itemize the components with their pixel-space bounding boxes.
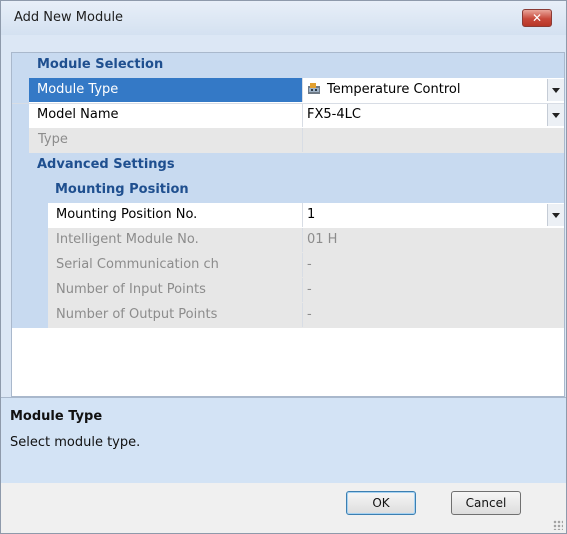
module-type-value: Temperature Control xyxy=(327,82,461,97)
model-name-value: FX5-4LC xyxy=(307,107,361,122)
row-label: Number of Input Points xyxy=(56,282,206,297)
section-label: Advanced Settings xyxy=(37,157,175,172)
row-number-of-input-points: Number of Input Points - xyxy=(12,278,564,303)
row-module-type[interactable]: Module Type Temperature Control xyxy=(12,78,564,103)
section-mounting-position[interactable]: Mounting Position xyxy=(12,178,564,203)
row-label: Module Type xyxy=(29,78,302,102)
module-icon xyxy=(308,83,320,94)
title-bar: Add New Module ✕ xyxy=(1,1,566,35)
row-label: Mounting Position No. xyxy=(56,207,198,222)
ok-button[interactable]: OK xyxy=(346,491,416,515)
dialog-title: Add New Module xyxy=(14,10,124,25)
row-number-of-output-points: Number of Output Points - xyxy=(12,303,564,328)
row-mounting-position-no[interactable]: Mounting Position No. 1 xyxy=(12,203,564,228)
intelligent-module-value: 01 H xyxy=(307,232,338,247)
section-module-selection[interactable]: Module Selection xyxy=(12,53,564,78)
close-icon: ✕ xyxy=(531,11,543,25)
close-button[interactable]: ✕ xyxy=(522,9,552,27)
model-name-combo[interactable]: FX5-4LC xyxy=(303,103,564,127)
add-new-module-dialog: Add New Module ✕ Module Selection Module… xyxy=(0,0,567,534)
description-panel: Module Type Select module type. xyxy=(1,397,566,484)
serial-comm-value: - xyxy=(307,257,312,272)
input-points-value: - xyxy=(307,282,312,297)
row-label: Number of Output Points xyxy=(56,307,218,322)
output-points-value: - xyxy=(307,307,312,322)
chevron-down-icon[interactable] xyxy=(547,79,564,101)
property-grid: Module Selection Module Type Temperature… xyxy=(11,52,565,397)
row-serial-communication-ch: Serial Communication ch - xyxy=(12,253,564,278)
row-model-name[interactable]: Model Name FX5-4LC xyxy=(12,103,564,128)
chevron-down-icon[interactable] xyxy=(547,204,564,226)
row-intelligent-module-no: Intelligent Module No. 01 H xyxy=(12,228,564,253)
section-label: Module Selection xyxy=(37,57,164,72)
chevron-down-icon[interactable] xyxy=(547,104,564,126)
section-label: Mounting Position xyxy=(55,182,189,197)
type-value xyxy=(303,128,564,152)
row-type: Type xyxy=(12,128,564,153)
mounting-position-combo[interactable]: 1 xyxy=(303,203,564,227)
row-label: Model Name xyxy=(37,107,119,122)
row-label: Intelligent Module No. xyxy=(56,232,199,247)
description-text: Select module type. xyxy=(10,435,141,450)
mounting-position-value: 1 xyxy=(307,207,316,222)
section-advanced-settings[interactable]: Advanced Settings xyxy=(12,153,564,178)
module-type-combo[interactable]: Temperature Control xyxy=(303,78,564,102)
button-bar: OK Cancel xyxy=(1,483,566,533)
resize-grip[interactable] xyxy=(553,520,563,530)
cancel-button[interactable]: Cancel xyxy=(451,491,521,515)
row-label: Type xyxy=(38,132,68,147)
row-label: Serial Communication ch xyxy=(56,257,219,272)
description-title: Module Type xyxy=(10,409,103,424)
